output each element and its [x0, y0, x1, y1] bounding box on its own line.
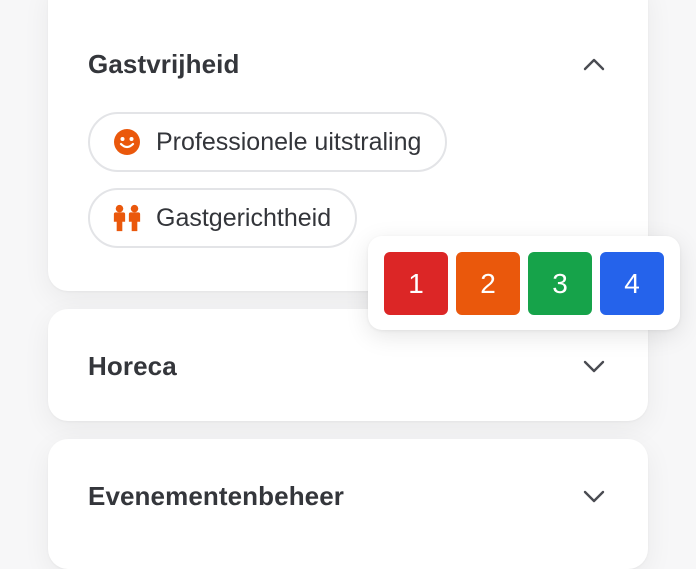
section-title: Evenementenbeheer [88, 480, 345, 511]
rating-button-2[interactable]: 2 [456, 252, 520, 315]
chevron-down-icon[interactable] [580, 352, 608, 380]
chevron-down-icon[interactable] [580, 482, 608, 510]
chip-label: Professionele uitstraling [156, 127, 422, 156]
rating-button-1[interactable]: 1 [384, 252, 448, 315]
section-title: Gastvrijheid [88, 48, 240, 79]
chip-label: Gastgerichtheid [156, 203, 332, 232]
rating-popup: 1 2 3 4 [368, 236, 680, 330]
section-title: Horeca [88, 350, 177, 381]
rating-button-3[interactable]: 3 [528, 252, 592, 315]
skill-chip-gastgerichtheid[interactable]: Gastgerichtheid [88, 188, 358, 248]
accordion-header-evenementenbeheer[interactable]: Evenementenbeheer [88, 476, 608, 516]
skill-chip-professionele-uitstraling[interactable]: Professionele uitstraling [88, 112, 448, 172]
rating-button-4[interactable]: 4 [600, 252, 664, 315]
smiley-face-icon [112, 127, 142, 157]
accordion-section-evenementenbeheer: Evenementenbeheer [48, 439, 648, 569]
accordion-header-gastvrijheid[interactable]: Gastvrijheid [88, 44, 608, 84]
people-icon [112, 203, 142, 233]
accordion-header-horeca[interactable]: Horeca [88, 346, 608, 386]
chevron-up-icon[interactable] [580, 50, 608, 78]
